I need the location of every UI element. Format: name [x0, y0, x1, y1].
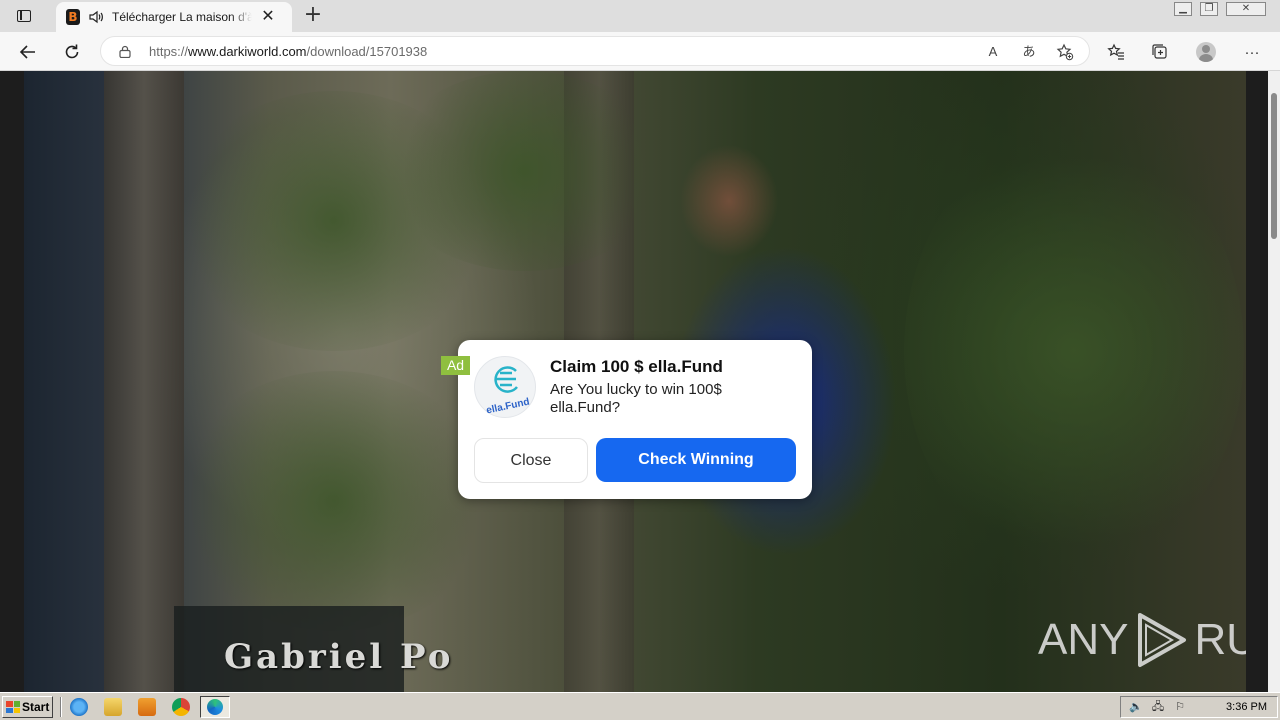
- collections-icon[interactable]: [1149, 41, 1171, 63]
- favorites-icon[interactable]: [1105, 41, 1127, 63]
- tab-close-icon[interactable]: ✕: [260, 9, 276, 25]
- play-logo-icon: [1138, 613, 1187, 667]
- anyrun-watermark: ANY RUN: [1038, 611, 1246, 669]
- minimize-button[interactable]: ▁: [1174, 2, 1192, 16]
- read-aloud-icon[interactable]: A: [983, 43, 1003, 61]
- foliage: [384, 71, 664, 271]
- foliage: [904, 131, 1244, 571]
- url-host: www.darkiworld.com: [188, 44, 307, 59]
- tab-actions-icon[interactable]: [10, 6, 38, 26]
- lock-icon[interactable]: [119, 45, 131, 58]
- restore-button[interactable]: ❐: [1200, 2, 1218, 16]
- windows-logo-icon: [6, 701, 20, 713]
- ad-logo-text: ella.Fund: [485, 396, 531, 417]
- watermark-right: RUN: [1194, 615, 1246, 664]
- back-button[interactable]: [16, 40, 40, 64]
- reload-button[interactable]: [60, 40, 84, 64]
- file-explorer-icon[interactable]: [104, 698, 122, 716]
- video-caption: Gabriel Po: [224, 637, 454, 677]
- media-player-icon[interactable]: [138, 698, 156, 716]
- address-bar[interactable]: https://www.darkiworld.com/download/1570…: [100, 36, 1090, 66]
- chrome-icon[interactable]: [172, 698, 190, 716]
- ad-popup[interactable]: Ad ella.Fund Claim 100 $ ella.Fund Are Y…: [441, 340, 812, 499]
- audio-playing-icon[interactable]: [88, 9, 104, 25]
- window-controls: ▁ ❐ ✕: [1174, 2, 1266, 16]
- ad-title: Claim 100 $ ella.Fund: [550, 357, 723, 376]
- page-content: Gabriel Po ANY RUN Ad ella.Fund Claim 10…: [0, 71, 1280, 692]
- network-icon[interactable]: 🖧: [1151, 700, 1165, 714]
- browser-toolbar: https://www.darkiworld.com/download/1570…: [0, 32, 1280, 71]
- tab-title: Télécharger La maison d'à: [112, 10, 252, 24]
- start-button[interactable]: Start: [2, 696, 53, 718]
- translate-icon[interactable]: あ: [1019, 43, 1039, 61]
- scrollbar-thumb[interactable]: [1271, 93, 1277, 239]
- url-path: /download/15701938: [306, 44, 428, 59]
- url-scheme: https://: [149, 44, 189, 59]
- back-arrow-icon: [19, 45, 35, 59]
- foliage: [174, 371, 494, 631]
- site-favicon-icon: B: [66, 9, 80, 25]
- profile-avatar[interactable]: [1195, 41, 1217, 63]
- internet-explorer-icon[interactable]: [70, 698, 88, 716]
- url-text[interactable]: https://www.darkiworld.com/download/1570…: [149, 44, 427, 59]
- start-label: Start: [22, 700, 50, 714]
- ella-fund-logo-icon: [494, 366, 518, 393]
- system-tray: 🔈 🖧 ⚐ 3:36 PM: [1120, 696, 1278, 718]
- check-winning-button[interactable]: Check Winning: [596, 438, 796, 482]
- edge-taskbar-button[interactable]: [200, 696, 230, 718]
- avatar-icon: [1196, 42, 1216, 62]
- taskbar: Start 🔈 🖧 ⚐ 3:36 PM: [0, 692, 1280, 720]
- browser-tab[interactable]: B Télécharger La maison d'à ✕: [56, 2, 292, 32]
- clock[interactable]: 3:36 PM: [1226, 701, 1267, 713]
- settings-menu-button[interactable]: ···: [1241, 41, 1263, 63]
- tab-strip: B Télécharger La maison d'à ✕ + ▁ ❐ ✕: [0, 0, 1280, 32]
- window-close-button[interactable]: ✕: [1226, 2, 1266, 16]
- taskbar-separator: [60, 697, 62, 717]
- new-tab-button[interactable]: +: [302, 4, 324, 26]
- watermark-left: ANY: [1038, 615, 1129, 664]
- tree-trunk: [104, 71, 184, 692]
- action-center-flag-icon[interactable]: ⚐: [1173, 700, 1187, 714]
- edge-icon: [207, 699, 223, 715]
- ad-badge: Ad: [441, 356, 470, 375]
- ad-close-button[interactable]: Close: [474, 438, 588, 483]
- volume-icon[interactable]: 🔈: [1129, 700, 1143, 714]
- ad-body: Are You lucky to win 100$ ella.Fund?: [550, 381, 722, 416]
- add-favorite-icon[interactable]: [1055, 43, 1075, 61]
- reload-icon: [65, 44, 79, 59]
- ella-fund-logo: ella.Fund: [474, 356, 536, 418]
- page-scrollbar[interactable]: [1268, 71, 1280, 692]
